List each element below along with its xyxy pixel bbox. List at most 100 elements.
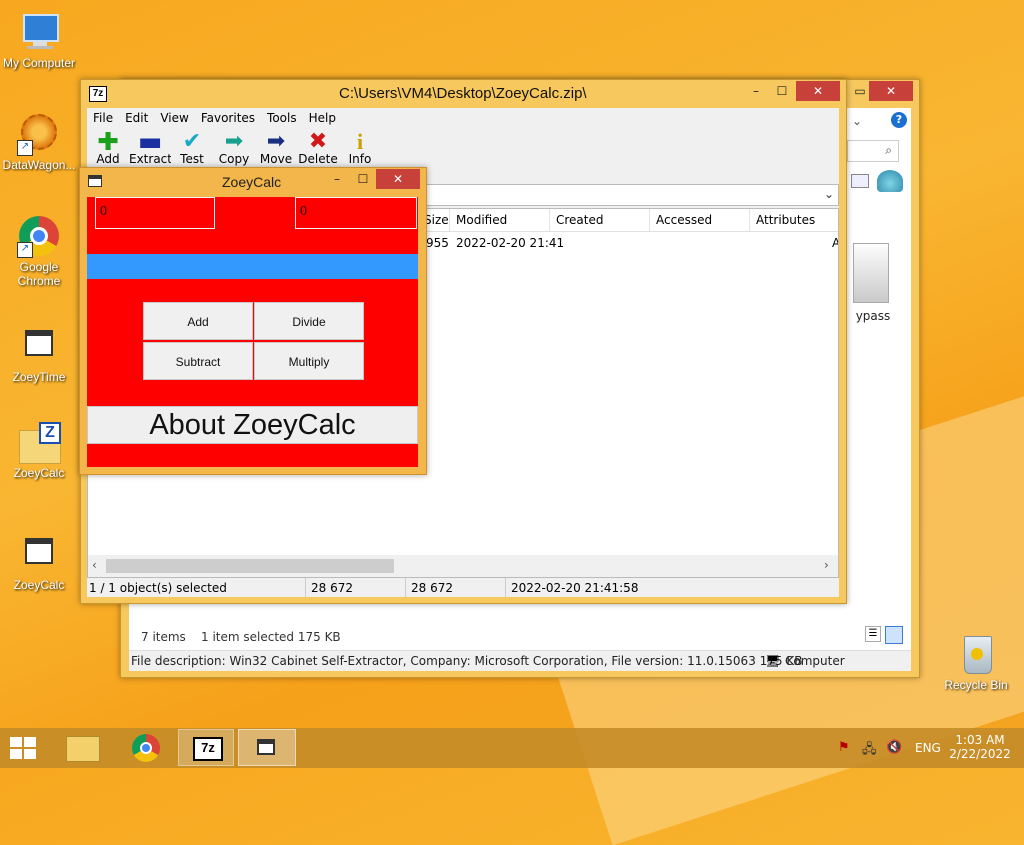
help-icon[interactable]: ?: [891, 112, 907, 128]
close-button[interactable]: ✕: [869, 81, 913, 101]
toolbar-label: Move: [259, 152, 293, 166]
divide-button[interactable]: Divide: [254, 302, 364, 340]
column-attributes[interactable]: Attributes: [750, 209, 838, 231]
subtract-button[interactable]: Subtract: [143, 342, 253, 380]
multiply-button[interactable]: Multiply: [254, 342, 364, 380]
calc-body: 0 0 Add Divide Subtract Multiply About Z…: [87, 197, 418, 467]
toolbar-label: Add: [96, 152, 120, 166]
details-pane: File description: Win32 Cabinet Self-Ext…: [129, 650, 911, 671]
copy-button[interactable]: ➡ Copy: [213, 132, 255, 166]
toolbar-label: Copy: [218, 152, 250, 166]
move-button[interactable]: ➡ Move: [255, 132, 297, 166]
window-title: C:\Users\VM4\Desktop\ZoeyCalc.zip\: [339, 85, 587, 102]
cell-modified: 2022-02-20 21:41: [456, 236, 565, 250]
details-view-icon[interactable]: ☰: [865, 626, 881, 642]
app-window-icon: [257, 739, 275, 755]
maximize-button[interactable]: ☐: [350, 169, 376, 189]
desktop-icon-label: ZoeyTime: [12, 370, 66, 384]
start-button[interactable]: [10, 737, 38, 759]
column-accessed[interactable]: Accessed: [650, 209, 750, 231]
column-modified[interactable]: Modified: [450, 209, 550, 231]
toolbar-label: Extract: [129, 152, 171, 166]
horizontal-scrollbar[interactable]: ‹ ›: [88, 555, 838, 577]
plus-icon: ✚: [97, 132, 119, 157]
folder-icon: [66, 736, 100, 762]
shell-icon: [877, 170, 903, 192]
file-bypass[interactable]: ypass: [849, 243, 891, 329]
desktop-icon-zoeycalc[interactable]: ZoeyCalc: [0, 532, 78, 592]
close-button[interactable]: ✕: [796, 81, 840, 101]
status-size: 28 672: [311, 581, 353, 595]
application-window-icon: [17, 532, 61, 576]
chevron-down-icon[interactable]: ⌄: [824, 187, 834, 201]
sevenzip-icon: 7z: [193, 737, 223, 761]
desktop-icon-recycle-bin[interactable]: Recycle Bin: [936, 632, 1016, 692]
chevron-down-icon[interactable]: ⌄: [847, 110, 867, 132]
info-button[interactable]: i Info: [339, 132, 381, 166]
menu-view[interactable]: View: [154, 108, 194, 128]
add-button[interactable]: Add: [143, 302, 253, 340]
desktop-icon-google-chrome[interactable]: ↗ Google Chrome: [0, 214, 78, 288]
info-icon: i: [356, 132, 364, 154]
action-center-icon[interactable]: ⚑: [838, 740, 850, 755]
menu-favorites[interactable]: Favorites: [195, 108, 261, 128]
taskbar-file-explorer[interactable]: [54, 730, 110, 766]
menu-file[interactable]: File: [87, 108, 119, 128]
maximize-button[interactable]: ☐: [769, 81, 795, 101]
scroll-left-icon[interactable]: ‹: [92, 558, 97, 572]
close-button[interactable]: ✕: [376, 169, 420, 189]
test-button[interactable]: ✔ Test: [171, 132, 213, 166]
number-input-2[interactable]: 0: [295, 197, 417, 229]
chrome-icon: ↗: [17, 214, 61, 258]
copy-arrow-icon: ➡: [224, 132, 244, 154]
menu-help[interactable]: Help: [303, 108, 342, 128]
number-input-1[interactable]: 0: [95, 197, 215, 229]
delete-x-icon: ✖: [308, 132, 328, 154]
extract-button[interactable]: ▬ Extract: [129, 132, 171, 166]
toolbar-label: Test: [180, 152, 204, 166]
desktop-icon-zoeycalc-zip[interactable]: Z ZoeyCalc: [0, 420, 78, 480]
menu-bar: File Edit View Favorites Tools Help: [87, 108, 839, 130]
menu-tools[interactable]: Tools: [261, 108, 303, 128]
clock[interactable]: 1:03 AM 2/22/2022: [945, 733, 1015, 761]
minimize-button[interactable]: –: [743, 81, 769, 101]
scrollbar-thumb[interactable]: [106, 559, 394, 573]
menu-edit[interactable]: Edit: [119, 108, 154, 128]
desktop-icon-datawagon[interactable]: ↗ DataWagon...: [0, 112, 78, 172]
language-indicator[interactable]: ENG: [915, 741, 941, 755]
shortcut-arrow-icon: ↗: [17, 242, 33, 258]
move-arrow-icon: ➡: [266, 132, 286, 154]
desktop-icon-label: My Computer: [2, 56, 76, 70]
volume-muted-icon[interactable]: 🔇: [886, 740, 902, 755]
desktop-icon-label: Google Chrome: [17, 260, 61, 288]
sevenzip-app-icon: 7z: [89, 86, 107, 102]
about-button[interactable]: About ZoeyCalc: [87, 406, 418, 444]
taskbar-zoeycalc[interactable]: [238, 729, 296, 766]
status-modified: 2022-02-20 21:41:58: [511, 581, 639, 595]
toolbar-label: Delete: [298, 152, 338, 166]
status-selected: 1 item selected 175 KB: [201, 630, 341, 644]
desktop-icon-my-computer[interactable]: My Computer: [0, 10, 78, 70]
cell-size: 955: [426, 236, 449, 250]
zip-folder-icon: Z: [17, 420, 61, 464]
network-icon[interactable]: 🖧: [862, 740, 877, 762]
clock-time: 1:03 AM: [955, 733, 1005, 747]
delete-button[interactable]: ✖ Delete: [297, 132, 339, 166]
toolbar-label: Info: [348, 152, 372, 166]
add-button[interactable]: ✚ Add: [87, 132, 129, 166]
status-bar: 1 / 1 object(s) selected 28 672 28 672 2…: [87, 578, 839, 597]
computer-icon: [17, 10, 61, 54]
large-icons-view-icon[interactable]: [885, 626, 903, 644]
column-created[interactable]: Created: [550, 209, 650, 231]
taskbar-chrome[interactable]: [118, 730, 174, 766]
view-options-icon[interactable]: [851, 174, 869, 188]
search-input[interactable]: ⌕: [847, 140, 899, 162]
taskbar-7zip[interactable]: 7z: [178, 729, 234, 766]
desktop-icon-label: Recycle Bin: [944, 678, 1008, 692]
installer-file-icon: [853, 243, 889, 303]
minimize-button[interactable]: –: [324, 169, 350, 189]
application-window-icon: [17, 324, 61, 368]
desktop-icon-zoeytime[interactable]: ZoeyTime: [0, 324, 78, 384]
recycle-bin-icon: [954, 632, 998, 676]
scroll-right-icon[interactable]: ›: [824, 558, 829, 572]
